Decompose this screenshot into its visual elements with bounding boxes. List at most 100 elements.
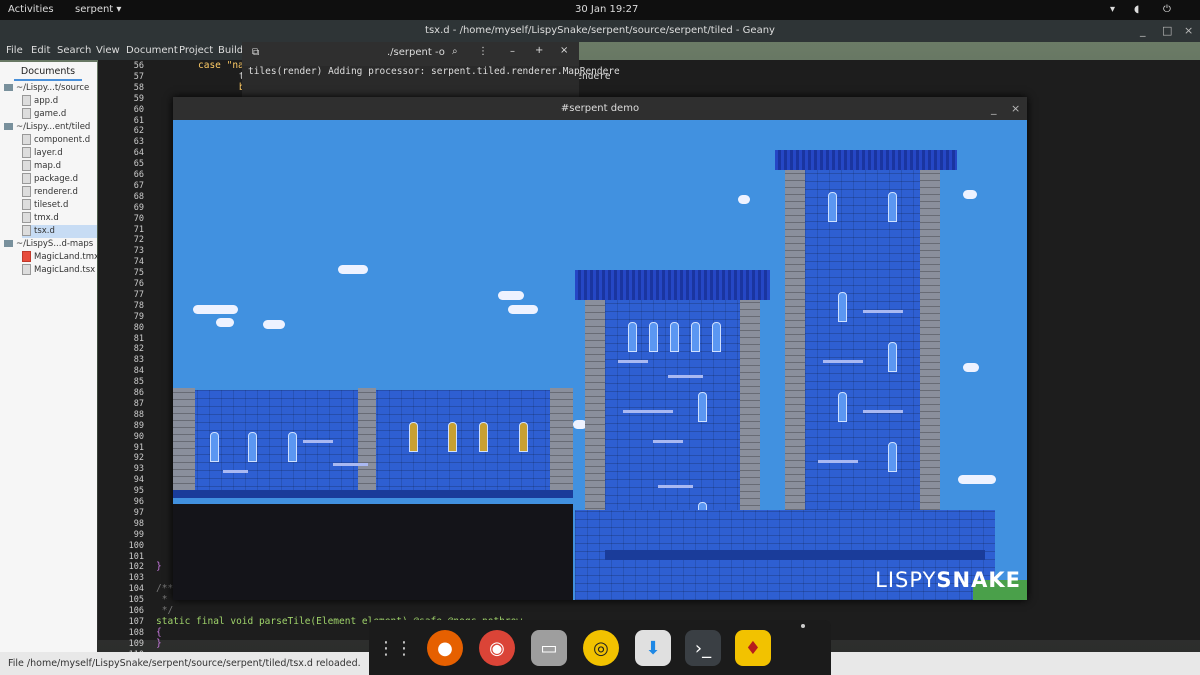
minimize-icon[interactable]: _ (991, 97, 997, 120)
geany-titlebar: tsx.d - /home/myself/LispySnake/serpent/… (0, 20, 1200, 42)
file-icon (22, 186, 31, 197)
line-number: 72 (133, 235, 144, 246)
rhythmbox-icon[interactable]: ◎ (583, 630, 619, 666)
item-label: renderer.d (34, 187, 78, 197)
file-item[interactable]: app.d (22, 95, 97, 108)
line-number: 81 (133, 333, 144, 344)
watering-can-icon[interactable]: ♦ (735, 630, 771, 666)
files-icon[interactable]: ▭ (531, 630, 567, 666)
file-icon (22, 251, 31, 262)
line-number: 101 (128, 551, 144, 562)
castle-window (409, 422, 418, 452)
terminal-output[interactable]: tiles(render) Adding processor: serpent.… (242, 66, 620, 77)
file-item[interactable]: MagicLand.tmx (22, 251, 100, 264)
file-item[interactable]: tsx.d (22, 225, 97, 238)
app-menu[interactable]: serpent ▾ (75, 4, 121, 15)
file-item[interactable]: tmx.d (22, 212, 97, 225)
line-number: 84 (133, 366, 144, 377)
file-icon (22, 160, 31, 171)
line-number: 67 (133, 180, 144, 191)
minimize-icon[interactable]: _ (1140, 20, 1146, 42)
tower-pillar (920, 170, 940, 510)
game-window[interactable]: #serpent demo _ × LISPYSNAKE (173, 97, 1027, 600)
castle-window (838, 292, 847, 322)
clock[interactable]: 30 Jan 19:27 (575, 4, 638, 15)
folder-item[interactable]: ~/Lispy...ent/tiled (4, 121, 97, 134)
maximize-icon[interactable]: □ (1162, 20, 1172, 42)
file-icon (22, 147, 31, 158)
file-item[interactable]: tileset.d (22, 199, 97, 212)
maximize-icon[interactable]: + (535, 45, 543, 56)
menu-document[interactable]: Document (126, 45, 178, 56)
line-number: 56 (133, 61, 144, 71)
power-icon[interactable]: ⏻ (1163, 4, 1171, 15)
terminal-icon[interactable]: ›_ (685, 630, 721, 666)
logo-light-text: LISPY (875, 568, 937, 592)
cloud (738, 195, 750, 204)
firefox-icon[interactable]: ● (427, 630, 463, 666)
logo-bold-text: SNAKE (936, 568, 1021, 592)
software-icon[interactable]: ⬇ (635, 630, 671, 666)
menu-edit[interactable]: Edit (31, 45, 50, 56)
code-line: { (156, 626, 162, 638)
close-icon[interactable]: × (1184, 20, 1193, 42)
stair-step (223, 470, 248, 473)
close-icon[interactable]: × (1011, 97, 1020, 120)
tower-roof (775, 150, 957, 170)
folder-item[interactable]: ~/Lispy...t/source (4, 82, 97, 95)
search-icon[interactable]: ⌕ (452, 46, 458, 57)
menu-file[interactable]: File (6, 45, 23, 56)
apps-grid-icon[interactable]: ⋮⋮ (377, 630, 413, 666)
file-item[interactable]: layer.d (22, 147, 97, 160)
tab-documents[interactable]: Documents (14, 64, 82, 81)
menu-build[interactable]: Build (218, 45, 243, 56)
menu-icon[interactable]: ⋮ (478, 46, 488, 57)
file-item[interactable]: map.d (22, 160, 97, 173)
menu-search[interactable]: Search (57, 45, 91, 56)
cloud (216, 318, 234, 327)
activities-button[interactable]: Activities (8, 4, 54, 15)
castle-window (649, 322, 658, 352)
file-item[interactable]: renderer.d (22, 186, 97, 199)
castle-window (712, 322, 721, 352)
dock-indicator (801, 624, 805, 628)
chrome-icon[interactable]: ◉ (479, 630, 515, 666)
line-number: 85 (133, 377, 144, 388)
file-item[interactable]: game.d (22, 108, 97, 121)
line-number: 103 (128, 573, 144, 584)
terminal-title: ./serpent -o (387, 47, 445, 58)
line-number: 96 (133, 497, 144, 507)
folder-item[interactable]: ~/LispyS...d-maps (4, 238, 97, 251)
terminal-new-tab-icon[interactable]: ⧉ (252, 47, 259, 58)
line-number: 97 (133, 507, 144, 518)
line-number: 89 (133, 420, 144, 431)
minimize-icon[interactable]: – (510, 46, 515, 57)
stair-step (668, 375, 703, 378)
stone-pillar (173, 388, 195, 498)
close-icon[interactable]: × (560, 45, 568, 56)
line-number: 69 (133, 202, 144, 213)
castle-window (888, 342, 897, 372)
volume-icon[interactable]: ◖ (1134, 4, 1139, 15)
file-item[interactable]: MagicLand.tsx (22, 264, 97, 277)
terminal-window[interactable]: ⧉ ./serpent -o ⌕ ⋮ – + × tiles(render) A… (242, 42, 620, 102)
file-item[interactable]: package.d (22, 173, 97, 186)
menu-view[interactable]: View (96, 45, 120, 56)
stair-step (818, 460, 858, 463)
line-number: 76 (133, 279, 144, 289)
castle-window (448, 422, 457, 452)
cloud (263, 320, 285, 329)
item-label: ~/Lispy...ent/tiled (16, 122, 91, 132)
line-number: 68 (133, 191, 144, 202)
item-label: MagicLand.tmx (34, 252, 100, 262)
game-viewport[interactable]: LISPYSNAKE (173, 120, 1027, 600)
menu-project[interactable]: Project (179, 45, 213, 56)
file-item[interactable]: component.d (22, 134, 97, 147)
item-label: component.d (34, 135, 91, 145)
line-number: 78 (133, 300, 144, 311)
line-number: 98 (133, 518, 144, 529)
terminal-titlebar: ⧉ ./serpent -o ⌕ ⋮ – + × (242, 42, 579, 66)
line-number: 91 (133, 442, 144, 453)
network-icon[interactable]: ▾ (1110, 4, 1115, 15)
castle-window (691, 322, 700, 352)
